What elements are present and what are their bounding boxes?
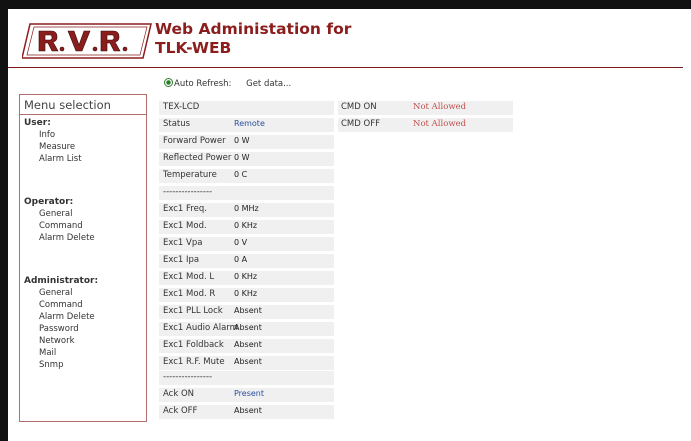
page-title: Web Administation for TLK-WEB [155, 20, 351, 58]
row-value: Absent [234, 306, 262, 315]
menu-item-operator-general[interactable]: General [39, 209, 73, 219]
menu-group-administrator: Administrator: [24, 276, 99, 286]
row-value: Absent [234, 357, 262, 366]
table-row: Exc1 Freq. 0 MHz [159, 203, 334, 217]
row-label: Ack ON [163, 389, 195, 399]
table-row: Exc1 PLL Lock Absent [159, 305, 334, 319]
window-frame-top [0, 0, 691, 9]
row-label: Exc1 R.F. Mute [163, 357, 225, 367]
menu-item-admin-mail[interactable]: Mail [39, 348, 56, 358]
menu-item-user-alarm-list[interactable]: Alarm List [39, 154, 82, 164]
command-row-cmd-off: CMD OFF Not Allowed [338, 118, 513, 132]
row-separator: ---------------- [163, 372, 213, 382]
row-label: Exc1 Mod. L [163, 272, 215, 282]
row-label: Forward Power [163, 136, 226, 146]
table-row: TEX-LCD [159, 101, 334, 115]
row-value: Absent [234, 340, 262, 349]
row-label: Exc1 Vpa [163, 238, 203, 248]
menu-item-admin-general[interactable]: General [39, 288, 73, 298]
table-row: Ack ON Present [159, 388, 334, 402]
row-label: TEX-LCD [163, 102, 200, 112]
command-row-cmd-on: CMD ON Not Allowed [338, 101, 513, 115]
row-label: Reflected Power [163, 153, 232, 163]
row-label: Exc1 Freq. [163, 204, 207, 214]
row-label: Exc1 Audio Alarm [163, 323, 238, 333]
ack-on-value: Present [234, 389, 265, 398]
row-label: Exc1 Ipa [163, 255, 200, 265]
menu-group-user: User: [24, 118, 51, 128]
command-status: Not Allowed [413, 102, 467, 112]
menu-item-user-info[interactable]: Info [39, 130, 55, 140]
row-value: 0 W [234, 136, 250, 145]
table-row: Ack OFF Absent [159, 405, 334, 419]
table-row: Reflected Power 0 W [159, 152, 334, 166]
table-row: Exc1 Foldback Absent [159, 339, 334, 353]
auto-refresh-label: Auto Refresh: [174, 79, 232, 89]
row-value: 0 A [234, 255, 248, 264]
table-row: Exc1 Mod. R 0 KHz [159, 288, 334, 302]
menu-item-admin-alarm-delete[interactable]: Alarm Delete [39, 312, 95, 322]
menu-divider [20, 114, 146, 115]
page-title-line1: Web Administation for [155, 20, 352, 38]
table-row: Status Remote [159, 118, 334, 132]
table-row: Exc1 Mod. L 0 KHz [159, 271, 334, 285]
menu-item-admin-network[interactable]: Network [39, 336, 75, 346]
status-value: Remote [234, 119, 265, 128]
menu-item-admin-password[interactable]: Password [39, 324, 79, 334]
row-value: 0 KHz [234, 272, 258, 281]
row-value: 0 KHz [234, 289, 258, 298]
row-label: Status [163, 119, 191, 129]
page-title-line2: TLK-WEB [155, 39, 232, 57]
row-value: Absent [234, 323, 262, 332]
auto-refresh-radio[interactable] [164, 78, 173, 87]
menu-group-operator: Operator: [24, 197, 74, 207]
page: Web Administation for TLK-WEB Auto Refre… [8, 9, 691, 441]
row-label: Temperature [163, 170, 217, 180]
row-label: Exc1 Mod. R [163, 289, 216, 299]
menu-item-admin-snmp[interactable]: Snmp [39, 360, 63, 370]
header-divider [8, 67, 683, 68]
row-label: Exc1 Mod. [163, 221, 207, 231]
table-row: Exc1 Audio Alarm Absent [159, 322, 334, 336]
refresh-bar: Auto Refresh: Get data... [164, 78, 291, 89]
table-row: ---------------- [159, 371, 334, 385]
row-value: 0 KHz [234, 221, 258, 230]
command-status: Not Allowed [413, 119, 467, 129]
table-row: Exc1 Vpa 0 V [159, 237, 334, 251]
get-data-status: Get data... [246, 79, 292, 89]
row-value: 0 C [234, 170, 248, 179]
row-label: Ack OFF [163, 406, 198, 416]
menu-item-user-measure[interactable]: Measure [39, 142, 75, 152]
table-row: Exc1 Ipa 0 A [159, 254, 334, 268]
row-separator: ---------------- [163, 187, 213, 197]
command-label: CMD OFF [341, 119, 380, 129]
command-label: CMD ON [341, 102, 377, 112]
table-row: Temperature 0 C [159, 169, 334, 183]
menu-item-admin-command[interactable]: Command [39, 300, 83, 310]
menu-panel: Menu selection User: Info Measure Alarm … [19, 94, 147, 422]
row-value: Absent [234, 406, 262, 415]
window-frame-left [0, 0, 8, 441]
row-value: 0 W [234, 153, 250, 162]
table-row: Forward Power 0 W [159, 135, 334, 149]
row-label: Exc1 Foldback [163, 340, 224, 350]
row-label: Exc1 PLL Lock [163, 306, 223, 316]
row-value: 0 V [234, 238, 248, 247]
rvr-logo [22, 23, 152, 59]
menu-title: Menu selection [24, 98, 111, 112]
row-value: 0 MHz [234, 204, 259, 213]
menu-item-operator-command[interactable]: Command [39, 221, 83, 231]
table-row: ---------------- [159, 186, 334, 200]
table-row: Exc1 Mod. 0 KHz [159, 220, 334, 234]
table-row: Exc1 R.F. Mute Absent [159, 356, 334, 370]
menu-item-operator-alarm-delete[interactable]: Alarm Delete [39, 233, 95, 243]
